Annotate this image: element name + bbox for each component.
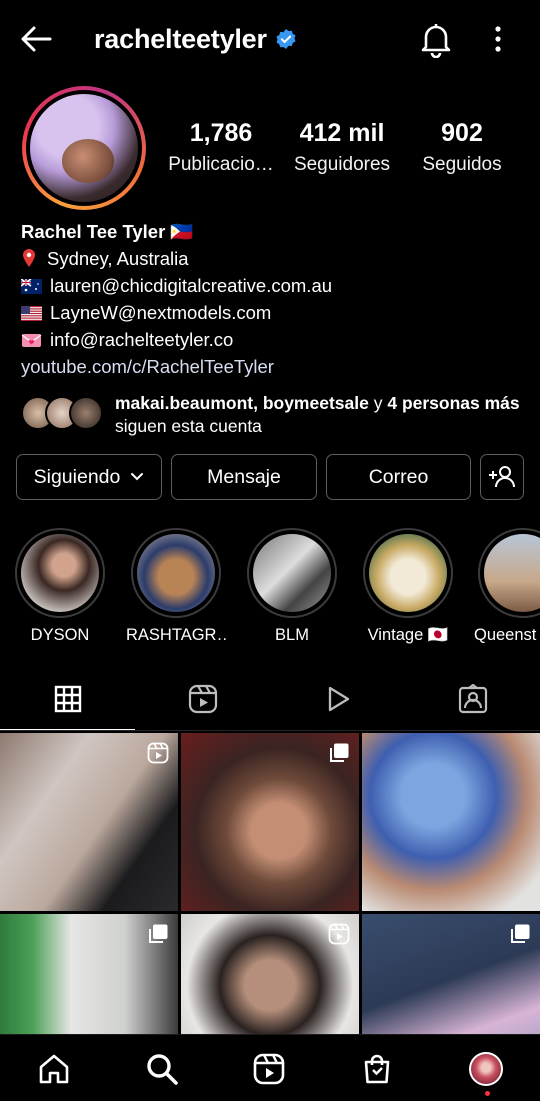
grid-icon xyxy=(54,685,81,713)
posts-grid xyxy=(0,733,540,1092)
notification-dot xyxy=(485,1091,490,1096)
stat-following[interactable]: 902 Seguidos xyxy=(414,116,510,180)
email-button[interactable]: Correo xyxy=(326,454,471,500)
tagged-icon xyxy=(458,684,487,714)
nav-home[interactable] xyxy=(34,1049,74,1089)
search-icon xyxy=(147,1054,178,1085)
australia-flag-icon xyxy=(21,279,42,294)
nav-shop[interactable] xyxy=(357,1049,397,1089)
reels-icon xyxy=(253,1053,285,1085)
location-text: Sydney, Australia xyxy=(47,248,189,269)
highlight-item[interactable]: Vintage 🇯🇵 xyxy=(358,528,458,645)
chevron-down-icon xyxy=(131,473,144,481)
carousel-badge-icon xyxy=(511,924,530,943)
location-pin-icon xyxy=(23,249,35,267)
profile-photo xyxy=(30,94,138,202)
bio-email-info-line: info@rachelteetyler.co xyxy=(21,326,526,353)
usa-flag-icon xyxy=(21,306,42,321)
highlight-cover xyxy=(137,534,215,612)
verified-badge-icon xyxy=(276,29,296,49)
add-person-icon xyxy=(489,466,515,488)
profile-avatar[interactable] xyxy=(22,86,146,210)
email-button-label: Correo xyxy=(368,465,429,488)
post-thumbnail[interactable] xyxy=(0,733,178,911)
nav-reels[interactable] xyxy=(249,1049,289,1089)
story-highlights: DYSON RASHTAGR… BLM Vintage 🇯🇵 Queenst xyxy=(0,528,540,648)
profile-bio: Rachel Tee Tyler 🇵🇭 Sydney, Australia la… xyxy=(21,218,526,380)
mutual-follower-avatars xyxy=(21,396,105,432)
following-label: Seguidos xyxy=(422,154,502,175)
followed-by-suffix: siguen esta cuenta xyxy=(115,416,262,436)
tab-videos[interactable] xyxy=(270,668,405,730)
profile-tabs xyxy=(0,668,540,732)
top-bar: rachelteetyler xyxy=(0,0,540,76)
notification-bell-icon[interactable] xyxy=(418,20,454,59)
tab-posts-grid[interactable] xyxy=(0,668,135,730)
following-button[interactable]: Siguiendo xyxy=(16,454,162,500)
bio-email-au-line: lauren@chicdigitalcreative.com.au xyxy=(21,272,526,299)
nav-search[interactable] xyxy=(142,1049,182,1089)
followed-by-section[interactable]: makai.beaumont, boymeetsale y 4 personas… xyxy=(21,392,526,440)
reel-badge-icon xyxy=(147,742,169,764)
stat-posts[interactable]: 1,786 Publicacio… xyxy=(160,116,282,180)
tab-reels[interactable] xyxy=(135,668,270,730)
post-thumbnail[interactable] xyxy=(181,733,359,911)
message-button[interactable]: Mensaje xyxy=(171,454,317,500)
highlight-cover xyxy=(253,534,331,612)
posts-count: 1,786 xyxy=(189,119,253,147)
highlight-label: RASHTAGR… xyxy=(126,626,226,644)
shopping-bag-icon xyxy=(364,1054,390,1084)
message-button-label: Mensaje xyxy=(207,465,281,488)
highlight-label: BLM xyxy=(275,626,309,644)
display-name: Rachel Tee Tyler 🇵🇭 xyxy=(21,221,194,242)
heart-letter-icon xyxy=(21,334,42,347)
followed-by-connector: y xyxy=(368,393,388,413)
tab-tagged[interactable] xyxy=(405,668,540,730)
tabs-divider xyxy=(0,730,540,731)
highlight-cover xyxy=(21,534,99,612)
email-us-text: LayneW@nextmodels.com xyxy=(50,302,272,323)
following-button-label: Siguiendo xyxy=(33,465,121,488)
carousel-badge-icon xyxy=(330,743,349,762)
highlight-item[interactable]: BLM xyxy=(242,528,342,645)
reel-badge-icon xyxy=(328,923,350,945)
stat-followers[interactable]: 412 mil Seguidores xyxy=(288,116,396,180)
video-play-icon xyxy=(328,686,349,712)
followers-count: 412 mil xyxy=(299,119,385,147)
back-icon[interactable] xyxy=(18,20,56,58)
highlight-cover xyxy=(369,534,447,612)
post-thumbnail[interactable] xyxy=(362,733,540,911)
highlight-cover xyxy=(484,534,540,612)
more-options-icon[interactable] xyxy=(486,22,510,56)
bottom-navigation xyxy=(0,1034,540,1101)
mutual-others: 4 personas más xyxy=(387,393,520,413)
mutual-avatar xyxy=(69,396,103,430)
highlight-label: Vintage 🇯🇵 xyxy=(367,626,449,644)
username: rachelteetyler xyxy=(94,23,267,54)
home-icon xyxy=(39,1054,69,1084)
bio-email-us-line: LayneW@nextmodels.com xyxy=(21,299,526,326)
followers-label: Seguidores xyxy=(293,154,391,175)
highlight-item[interactable]: Queenst xyxy=(474,528,540,645)
bio-location-line: Sydney, Australia xyxy=(21,245,526,272)
mutual-usernames: makai.beaumont, boymeetsale xyxy=(115,393,369,413)
suggested-users-button[interactable] xyxy=(480,454,524,500)
highlight-label: DYSON xyxy=(30,626,90,644)
profile-website-link[interactable]: youtube.com/c/RachelTeeTyler xyxy=(21,353,526,380)
highlight-item[interactable]: RASHTAGR… xyxy=(126,528,226,645)
email-au-text: lauren@chicdigitalcreative.com.au xyxy=(50,275,333,296)
carousel-badge-icon xyxy=(149,924,168,943)
following-count: 902 xyxy=(441,119,483,147)
reels-icon xyxy=(188,684,217,714)
profile-username-header: rachelteetyler xyxy=(94,20,297,58)
followed-by-text: makai.beaumont, boymeetsale y 4 personas… xyxy=(115,392,530,438)
highlight-item[interactable]: DYSON xyxy=(10,528,110,645)
nav-profile[interactable] xyxy=(466,1049,506,1089)
profile-avatar-icon xyxy=(469,1052,503,1086)
highlight-label: Queenst xyxy=(474,626,537,644)
posts-label: Publicacio… xyxy=(168,154,274,175)
email-info-text: info@rachelteetyler.co xyxy=(50,329,234,350)
